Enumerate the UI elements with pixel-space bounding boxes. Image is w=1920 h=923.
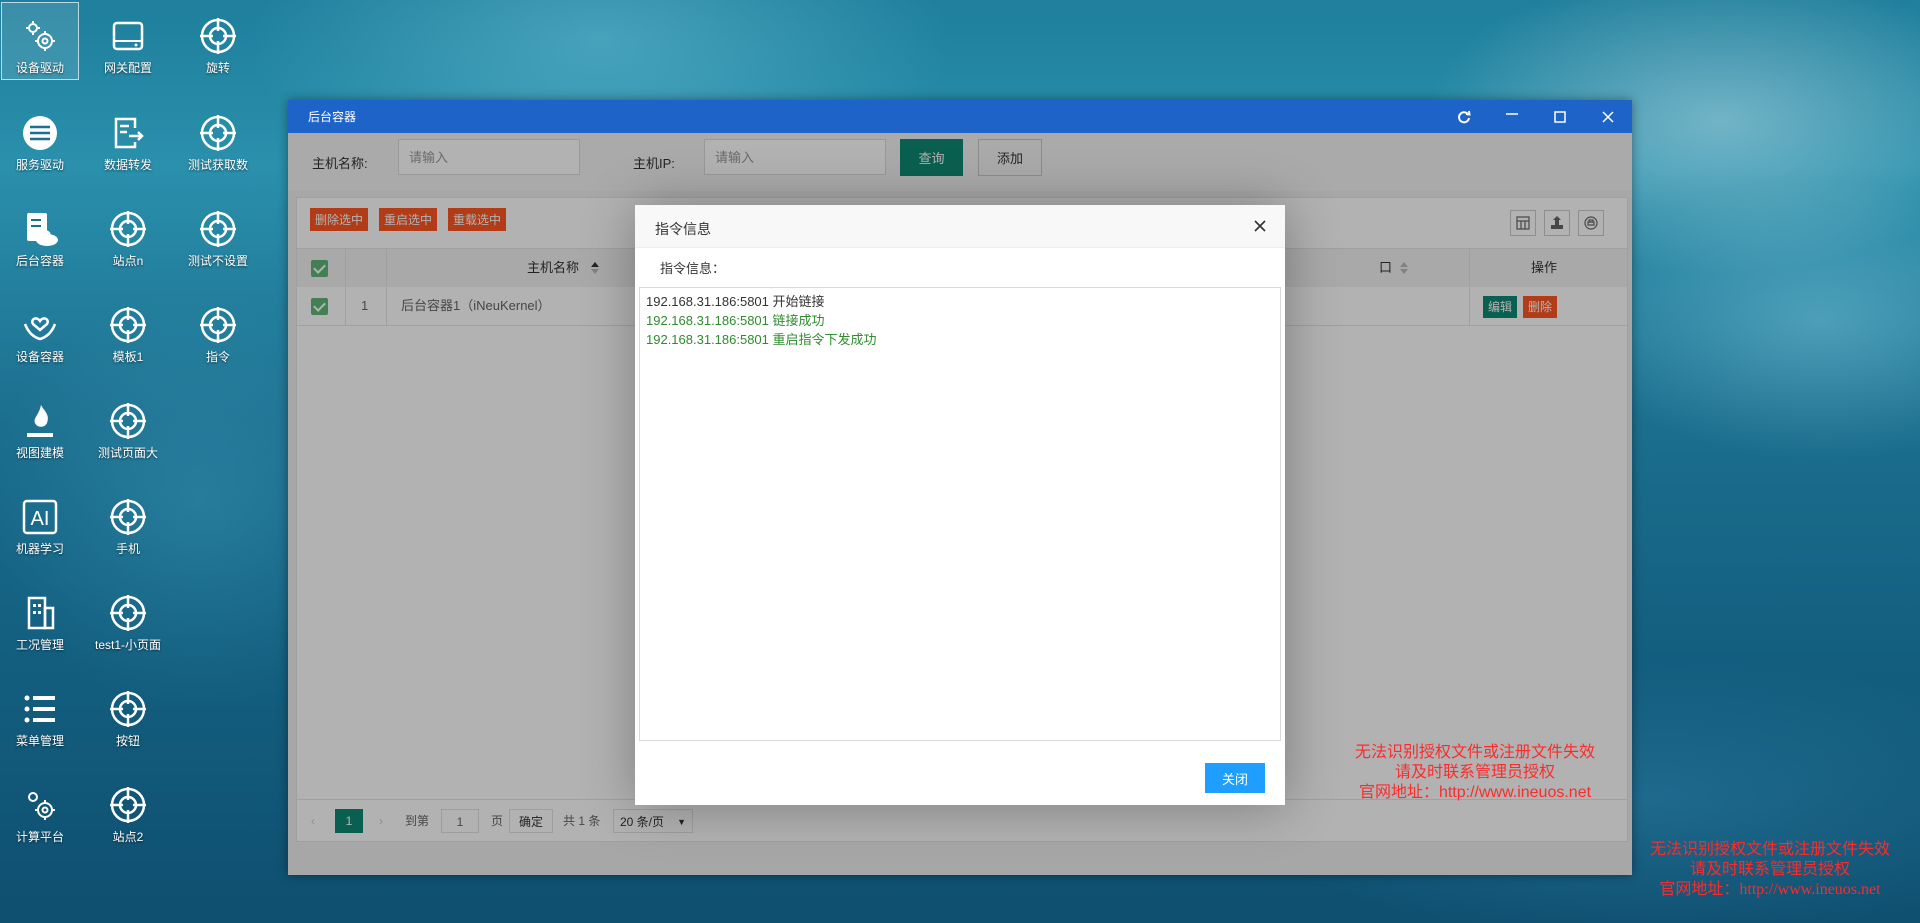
target-icon (200, 18, 236, 54)
gears-icon (28, 792, 55, 820)
target-icon (110, 307, 146, 343)
log-line: 192.168.31.186:5801 重启指令下发成功 (646, 332, 877, 347)
desktop-icon-label: 按钮 (115, 734, 140, 748)
desktop-icon-view-modeling[interactable]: 视图建模 (2, 388, 78, 464)
desktop-icon-button[interactable]: 按钮 (90, 676, 166, 752)
desktop-icon-label: 测试不设置 (187, 254, 248, 268)
license-warning-line: 官网地址：http://www.ineuos.net (1659, 881, 1881, 898)
target-icon (200, 211, 236, 247)
desktop-icon-label: test1-小页面 (94, 638, 161, 652)
desktop-icon-label: 设备驱动 (15, 61, 64, 75)
desktop-icon-label: 工况管理 (15, 638, 64, 652)
desktop-icon-gateway-config[interactable]: 网关配置 (90, 3, 166, 79)
desktop-icon-command[interactable]: 指令 (180, 292, 256, 368)
desktop-icon-data-forward[interactable]: 数据转发 (90, 100, 166, 176)
desktop-icon-label: 数据转发 (103, 158, 152, 172)
license-warning-line: 无法识别授权文件或注册文件失效 (1354, 744, 1595, 761)
desktop-icon-label: 测试获取数 (187, 158, 248, 172)
desktop-icon-device-container[interactable]: 设备容器 (2, 292, 78, 368)
maximize-icon (1554, 110, 1566, 123)
desktop-icon-machine-learning[interactable]: AI 机器学习 (2, 484, 78, 560)
desktop-icon-site-n[interactable]: 站点n (90, 196, 166, 272)
desktop-icon-service-driver[interactable]: 服务驱动 (2, 100, 78, 176)
target-icon (110, 499, 146, 535)
desktop-icon-test-no-setting[interactable]: 测试不设置 (180, 196, 256, 272)
hands-heart-icon (23, 317, 57, 341)
desktop-icon-rotate[interactable]: 旋转 (180, 3, 256, 79)
desktop-icon-phone[interactable]: 手机 (90, 484, 166, 560)
desktop-icon-label: 机器学习 (15, 542, 64, 556)
log-line: 192.168.31.186:5801 链接成功 (646, 313, 825, 328)
dialog-close-button[interactable] (1251, 217, 1269, 235)
building-icon (27, 596, 55, 630)
desktop-icon-label: 站点2 (112, 830, 144, 844)
desktop-icon-label: 服务驱动 (15, 158, 64, 172)
list-icon (24, 695, 55, 723)
command-info-dialog: 指令信息 指令信息： 192.168.31.186:5801 开始链接 192.… (635, 205, 1285, 805)
close-icon (1254, 220, 1266, 232)
window-title-bar[interactable]: 后台容器 (288, 100, 1632, 133)
dialog-sub-label: 指令信息： (660, 261, 726, 276)
hard-drive-icon (112, 21, 144, 51)
desktop-icon-condition-management[interactable]: 工况管理 (2, 580, 78, 656)
desktop-icon-test1-small-page[interactable]: test1-小页面 (90, 580, 166, 656)
refresh-icon (1458, 110, 1471, 123)
document-export-icon (114, 117, 144, 149)
desktop-icon-device-driver[interactable]: 设备驱动 (1, 2, 79, 80)
desktop-icon-menu-management[interactable]: 菜单管理 (2, 676, 78, 752)
desktop-icon-label: 菜单管理 (15, 734, 64, 748)
desktop-icon-compute-platform[interactable]: 计算平台 (2, 772, 78, 848)
close-icon (1602, 110, 1614, 123)
target-icon (110, 787, 146, 823)
target-icon (110, 211, 146, 247)
flame-icon (27, 405, 53, 437)
dialog-close-action-button[interactable]: 关闭 (1205, 763, 1265, 793)
license-warning-overlay: 无法识别授权文件或注册文件失效 请及时联系管理员授权 官网地址：http://w… (1630, 840, 1910, 900)
dialog-title: 指令信息 (655, 221, 711, 237)
desktop-icon-label: 测试页面大 (97, 446, 158, 460)
desktop-icon-site2[interactable]: 站点2 (90, 772, 166, 848)
license-warning-line: 官网地址：http://www.ineuos.net (1358, 784, 1592, 801)
target-icon (200, 307, 236, 343)
window-title: 后台容器 (308, 110, 357, 124)
desktop-icon-label: 后台容器 (15, 254, 64, 268)
server-cloud-icon (27, 213, 58, 246)
license-warning-line: 无法识别授权文件或注册文件失效 (1649, 841, 1890, 858)
target-icon (110, 691, 146, 727)
command-log[interactable]: 192.168.31.186:5801 开始链接 192.168.31.186:… (639, 287, 1281, 741)
license-warning: 无法识别授权文件或注册文件失效 请及时联系管理员授权 官网地址：http://w… (1340, 743, 1610, 803)
desktop-icon-label: 计算平台 (15, 830, 64, 844)
svg-text:AI: AI (31, 508, 50, 530)
desktop-icon-backend-container[interactable]: 后台容器 (2, 196, 78, 272)
license-warning-line: 请及时联系管理员授权 (1689, 861, 1850, 878)
desktop-icon-label: 旋转 (205, 61, 230, 75)
target-icon (110, 595, 146, 631)
refresh-button[interactable] (1440, 100, 1488, 133)
window-close-button[interactable] (1584, 100, 1632, 133)
gears-icon (26, 21, 55, 51)
maximize-button[interactable] (1536, 100, 1584, 133)
desktop-icon-label: 站点n (112, 254, 144, 268)
desktop-icon-label: 指令 (205, 350, 230, 364)
minimize-icon (1506, 112, 1518, 115)
log-line: 192.168.31.186:5801 开始链接 (646, 294, 825, 309)
dialog-header[interactable]: 指令信息 (635, 205, 1285, 248)
desktop-icon-test-fetch[interactable]: 测试获取数 (180, 100, 256, 176)
desktop-icon-template1[interactable]: 模板1 (90, 292, 166, 368)
desktop-icon-label: 手机 (115, 542, 140, 556)
desktop-icon-label: 网关配置 (103, 61, 152, 75)
desktop-icon-label: 模板1 (112, 350, 144, 364)
license-warning-line: 请及时联系管理员授权 (1394, 764, 1555, 781)
target-icon (200, 115, 236, 151)
desktop-icon-label: 设备容器 (15, 350, 64, 364)
minimize-button[interactable] (1488, 100, 1536, 133)
database-icon (23, 116, 57, 150)
desktop-icon-label: 视图建模 (15, 446, 64, 460)
target-icon (110, 403, 146, 439)
desktop-icon-test-page-large[interactable]: 测试页面大 (90, 388, 166, 464)
ai-icon: AI (22, 499, 58, 535)
